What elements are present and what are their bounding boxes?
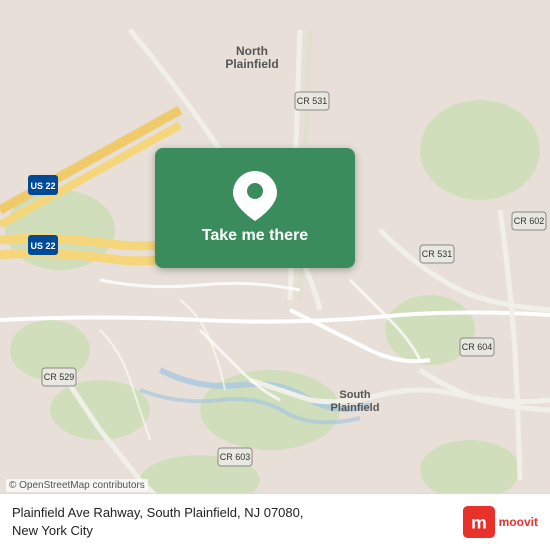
- button-label: Take me there: [202, 227, 308, 245]
- map-container: US 22 US 22 CR 531 CR 531 CR 602 CR 529 …: [0, 0, 550, 550]
- moovit-logo: m moovit: [463, 506, 538, 538]
- map-background: US 22 US 22 CR 531 CR 531 CR 602 CR 529 …: [0, 0, 550, 550]
- svg-text:South: South: [339, 389, 370, 401]
- address-line1: Plainfield Ave Rahway, South Plainfield,…: [12, 505, 303, 520]
- svg-text:CR 604: CR 604: [462, 342, 493, 352]
- svg-text:North: North: [236, 44, 268, 58]
- address-display: Plainfield Ave Rahway, South Plainfield,…: [12, 504, 453, 540]
- svg-text:US 22: US 22: [30, 241, 55, 251]
- svg-text:CR 602: CR 602: [514, 216, 545, 226]
- take-me-there-button[interactable]: Take me there: [155, 148, 355, 268]
- bottom-info-bar: Plainfield Ave Rahway, South Plainfield,…: [0, 493, 550, 550]
- svg-text:US 22: US 22: [30, 181, 55, 191]
- address-line2: New York City: [12, 523, 93, 538]
- svg-text:CR 531: CR 531: [422, 249, 453, 259]
- map-attribution: © OpenStreetMap contributors: [6, 479, 148, 492]
- svg-text:CR 529: CR 529: [44, 372, 75, 382]
- moovit-icon: m: [463, 506, 495, 538]
- svg-text:m: m: [471, 512, 487, 532]
- moovit-brand-text: moovit: [499, 515, 538, 529]
- svg-text:CR 603: CR 603: [220, 452, 251, 462]
- svg-text:CR 531: CR 531: [297, 96, 328, 106]
- svg-text:Plainfield: Plainfield: [331, 402, 380, 414]
- svg-text:Plainfield: Plainfield: [225, 57, 278, 71]
- location-pin-icon: [230, 171, 280, 221]
